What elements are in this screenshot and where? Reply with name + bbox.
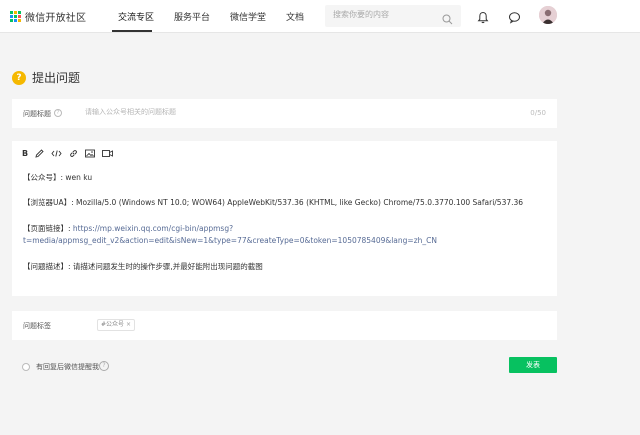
browser-key: 【浏览器UA】 — [23, 198, 72, 207]
search-input[interactable] — [333, 10, 433, 19]
logo-text: 微信开放社区 — [25, 13, 87, 24]
question-badge-icon: ? — [12, 70, 26, 85]
link-key: 【页面链接】 — [23, 224, 68, 233]
page-link-url-part2[interactable]: t=media/appmsg_edit_v2&action=edit&isNew… — [23, 236, 437, 245]
browser-value: : Mozilla/5.0 (Windows NT 10.0; WOW64) A… — [71, 198, 524, 207]
question-title-input[interactable] — [85, 108, 505, 116]
site-logo[interactable]: 微信开放社区 — [10, 9, 86, 24]
editor-line-page-link-cont: t=media/appmsg_edit_v2&action=edit&isNew… — [23, 235, 437, 247]
question-tags-card[interactable]: 问题标签 #公众号 × — [12, 311, 557, 340]
search-box[interactable] — [325, 5, 461, 27]
description-value: : 请描述问题发生时的操作步骤,并最好能附出现问题的截图 — [68, 262, 263, 271]
notify-label[interactable]: 有回复后微信提醒我 — [36, 362, 99, 372]
page-heading: ? 提出问题 — [12, 69, 80, 86]
pen-icon[interactable] — [35, 148, 44, 158]
page-title: 提出问题 — [32, 71, 81, 85]
description-key: 【问题描述】 — [23, 262, 68, 271]
nav-active-indicator — [112, 30, 152, 32]
submit-button[interactable]: 发表 — [509, 357, 557, 373]
notify-radio[interactable] — [22, 363, 30, 371]
bell-icon[interactable] — [477, 9, 489, 28]
logo-grid-icon — [10, 11, 21, 22]
image-icon[interactable] — [85, 148, 96, 158]
nav-item-academy[interactable]: 微信学堂 — [230, 10, 266, 23]
editor-line-page-link: 【页面链接】: https://mp.weixin.qq.com/cgi-bin… — [23, 223, 233, 235]
bold-button[interactable]: B — [22, 148, 28, 158]
code-icon[interactable] — [51, 148, 62, 158]
question-editor-card[interactable]: B 【公众号】: wen ku 【浏览器UA】: Mozilla/5.0 (Wi… — [12, 141, 557, 296]
account-value: : wen ku — [60, 173, 93, 182]
user-avatar[interactable] — [539, 6, 557, 24]
editor-line-description: 【问题描述】: 请描述问题发生时的操作步骤,并最好能附出现问题的截图 — [23, 261, 263, 273]
tag-chip[interactable]: #公众号 × — [97, 319, 136, 331]
top-navigation-bar: 微信开放社区 交流专区 服务平台 微信学堂 文档 — [0, 0, 640, 33]
question-title-label: 问题标题 — [23, 110, 51, 118]
nav-item-services[interactable]: 服务平台 — [174, 10, 210, 23]
question-tags-label: 问题标签 — [23, 322, 51, 330]
tag-label: #公众号 — [101, 321, 125, 328]
editor-toolbar: B — [22, 148, 120, 158]
message-icon[interactable] — [508, 9, 521, 28]
account-key: 【公众号】 — [23, 173, 61, 182]
search-icon[interactable] — [442, 10, 453, 29]
nav-item-community[interactable]: 交流专区 — [118, 10, 154, 23]
question-title-card: 问题标题 ? 0/50 — [12, 99, 557, 128]
editor-line-browser: 【浏览器UA】: Mozilla/5.0 (Windows NT 10.0; W… — [23, 197, 523, 209]
notify-help-icon[interactable]: ? — [99, 361, 109, 371]
video-icon[interactable] — [102, 148, 114, 158]
title-char-counter: 0/50 — [530, 109, 546, 117]
editor-line-account: 【公众号】: wen ku — [23, 172, 92, 184]
close-icon[interactable]: × — [126, 320, 131, 330]
nav-item-docs[interactable]: 文档 — [286, 10, 304, 23]
title-help-icon[interactable]: ? — [54, 109, 62, 117]
page-link-url-part1[interactable]: https://mp.weixin.qq.com/cgi-bin/appmsg? — [73, 224, 233, 233]
link-icon[interactable] — [69, 148, 78, 158]
